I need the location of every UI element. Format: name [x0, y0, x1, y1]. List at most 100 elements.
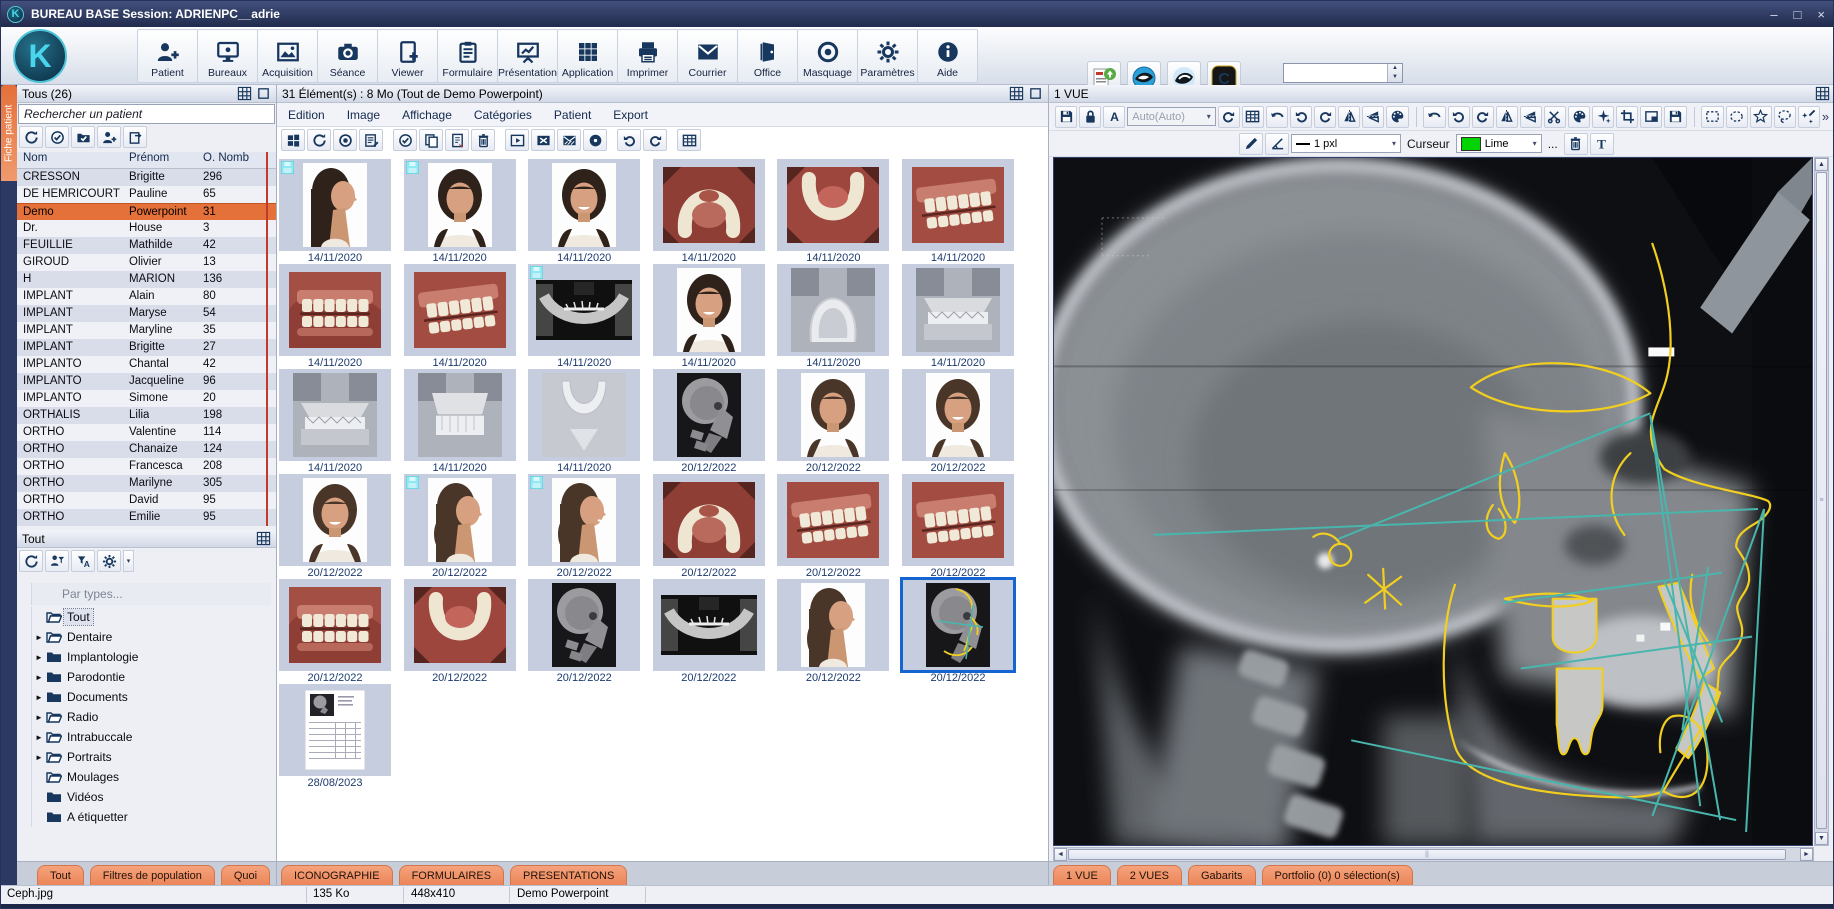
thumbnail-occlusal-upper[interactable]: 14/11/2020: [653, 159, 765, 264]
thumbnail-intraoral-side[interactable]: 14/11/2020: [902, 159, 1014, 264]
expand-arrow-icon[interactable]: ►: [32, 633, 46, 642]
iconography-trash-button[interactable]: [471, 129, 495, 151]
tree-item-portraits[interactable]: ►Portraits: [32, 747, 275, 767]
search-input[interactable]: [18, 104, 275, 124]
iconography-doc-export-button[interactable]: [445, 129, 469, 151]
filter-funnel-a-button[interactable]: A: [71, 550, 95, 572]
iconography-play-box-button[interactable]: [505, 129, 529, 151]
patient-csv-export-button[interactable]: [123, 126, 147, 148]
ceph-xray-view[interactable]: [1053, 157, 1813, 846]
thumbnail-portrait-smile[interactable]: 14/11/2020: [653, 264, 765, 369]
toolbar-button-masquage[interactable]: Masquage: [797, 29, 858, 83]
thumbnail-intraoral-front[interactable]: 20/12/2022: [279, 579, 391, 684]
img-rotate-r-button[interactable]: [1218, 106, 1240, 128]
thumbnail-ceph-xray[interactable]: 20/12/2022: [653, 369, 765, 474]
patient-folder-check-button[interactable]: [71, 126, 95, 148]
patient-row[interactable]: IMPLANTBrigitte27: [17, 339, 276, 356]
horizontal-scrollbar[interactable]: ◄ || ►: [1053, 847, 1814, 862]
thumbnail-portrait-profile-2[interactable]: 20/12/2022: [404, 474, 516, 579]
patient-row[interactable]: FEUILLIEMathilde42: [17, 237, 276, 254]
patient-row[interactable]: Dr.House3: [17, 220, 276, 237]
expand-arrow-icon[interactable]: ►: [32, 673, 46, 682]
toolbar-button-acquisition[interactable]: Acquisition: [257, 29, 318, 83]
patient-row[interactable]: IMPLANTOJacqueline96: [17, 373, 276, 390]
toolbar-button-présentation[interactable]: Présentation: [497, 29, 558, 83]
menu-export[interactable]: Export: [602, 108, 659, 122]
patient-row[interactable]: CRESSONBrigitte296: [17, 169, 276, 186]
home-logo-button[interactable]: K: [13, 29, 67, 83]
select-lasso-button[interactable]: [1774, 106, 1796, 128]
tree-item-tout[interactable]: Tout: [32, 607, 275, 627]
img-table-button[interactable]: [1242, 106, 1264, 128]
scroll-left-icon[interactable]: ◄: [1054, 848, 1067, 861]
select-sel-rect-button[interactable]: [1701, 106, 1723, 128]
tab-filtres-de-population[interactable]: Filtres de population: [90, 865, 215, 885]
toolbar-button-patient[interactable]: Patient: [137, 29, 198, 83]
patient-row[interactable]: IMPLANTMaryse54: [17, 305, 276, 322]
annot-text-button[interactable]: T: [1590, 133, 1614, 155]
scroll-up-icon[interactable]: ▲: [1815, 158, 1828, 171]
thumbnail-ceph-xray[interactable]: 20/12/2022: [528, 579, 640, 684]
patient-row[interactable]: ORTHOEmilie95: [17, 509, 276, 526]
thumbnail-portrait-smile-2[interactable]: 20/12/2022: [279, 474, 391, 579]
thumbnail-portrait-front[interactable]: 14/11/2020: [404, 159, 516, 264]
iconography-record-button[interactable]: [333, 129, 357, 151]
view-font-button[interactable]: A: [1103, 106, 1125, 128]
patient-row[interactable]: ORTHOMarilyne305: [17, 475, 276, 492]
select-sel-ellipse-button[interactable]: [1726, 106, 1748, 128]
patient-row[interactable]: ORTHOFrancesca208: [17, 458, 276, 475]
thumbnail-intraoral-side[interactable]: 20/12/2022: [777, 474, 889, 579]
tree-item-documents[interactable]: ►Documents: [32, 687, 275, 707]
patient-refresh-button[interactable]: [19, 126, 43, 148]
toolbar-button-application[interactable]: Application: [557, 29, 618, 83]
patient-row[interactable]: IMPLANTAlain80: [17, 288, 276, 305]
cursor-color-combo[interactable]: Lime▾: [1456, 134, 1542, 153]
vertical-scroll-thumb[interactable]: ≡: [1816, 172, 1827, 829]
toolbar-button-viewer[interactable]: Viewer: [377, 29, 438, 83]
img-palette-button[interactable]: [1386, 106, 1408, 128]
menu-patient[interactable]: Patient: [543, 108, 602, 122]
tree-item-moulages[interactable]: Moulages: [32, 767, 275, 787]
filter-gear-dropdown[interactable]: ▾: [123, 550, 134, 572]
select-sel-star-button[interactable]: [1750, 106, 1772, 128]
patient-row[interactable]: IMPLANTOSimone20: [17, 390, 276, 407]
scroll-right-icon[interactable]: ►: [1800, 848, 1813, 861]
expand-arrow-icon[interactable]: ►: [32, 733, 46, 742]
menu-affichage[interactable]: Affichage: [391, 108, 463, 122]
patient-row[interactable]: IMPLANTOChantal42: [17, 356, 276, 373]
patient-check-circle-button[interactable]: [45, 126, 69, 148]
patient-row[interactable]: DemoPowerpoint31: [17, 203, 276, 220]
tree-item-parodontie[interactable]: ►Parodontie: [32, 667, 275, 687]
menu-cat-gories[interactable]: Catégories: [463, 108, 543, 122]
minimize-button[interactable]: –: [1770, 7, 1777, 22]
close-button[interactable]: ×: [1817, 7, 1825, 22]
img-flip-v-button[interactable]: [1362, 106, 1384, 128]
iconography-rotate-r-button[interactable]: [643, 129, 667, 151]
tree-item-vid-os[interactable]: Vidéos: [32, 787, 275, 807]
thumbnail-document[interactable]: 28/08/2023: [279, 684, 391, 789]
patient-person-add-button[interactable]: [97, 126, 121, 148]
tab-2-vues[interactable]: 2 VUES: [1117, 865, 1182, 885]
filter-refresh-button[interactable]: [19, 550, 43, 572]
tree-header[interactable]: Par types...: [31, 583, 271, 605]
thumbnail-portrait-profile-2[interactable]: 20/12/2022: [777, 579, 889, 684]
patient-row[interactable]: GIROUDOlivier13: [17, 254, 276, 271]
thumbnail-portrait-smile-2[interactable]: 20/12/2022: [902, 369, 1014, 474]
thumbnail-model-front[interactable]: 14/11/2020: [404, 369, 516, 474]
patient-row[interactable]: HMARION136: [17, 271, 276, 288]
patient-row[interactable]: ORTHODavid95: [17, 492, 276, 509]
tab-formulaires[interactable]: FORMULAIRES: [399, 865, 504, 885]
view-save-button[interactable]: [1055, 106, 1077, 128]
menu-edition[interactable]: Edition: [277, 108, 336, 122]
thumbnail-model-side[interactable]: 14/11/2020: [279, 369, 391, 474]
iconography-rotate-l-button[interactable]: [617, 129, 641, 151]
toolbar-button-paramètres[interactable]: Paramètres: [857, 29, 918, 83]
tree-item-intrabuccale[interactable]: ►Intrabuccale: [32, 727, 275, 747]
toolbar-button-courrier[interactable]: Courrier: [677, 29, 738, 83]
horizontal-scroll-thumb[interactable]: ||: [1068, 849, 1786, 860]
patient-row[interactable]: ORTHOValentine114: [17, 424, 276, 441]
tree-item-a-tiquetter[interactable]: A étiquetter: [32, 807, 275, 827]
toolbar-button-imprimer[interactable]: Imprimer: [617, 29, 678, 83]
patient-row[interactable]: ORTHALISLilia198: [17, 407, 276, 424]
edit-undo-button[interactable]: [1423, 106, 1445, 128]
